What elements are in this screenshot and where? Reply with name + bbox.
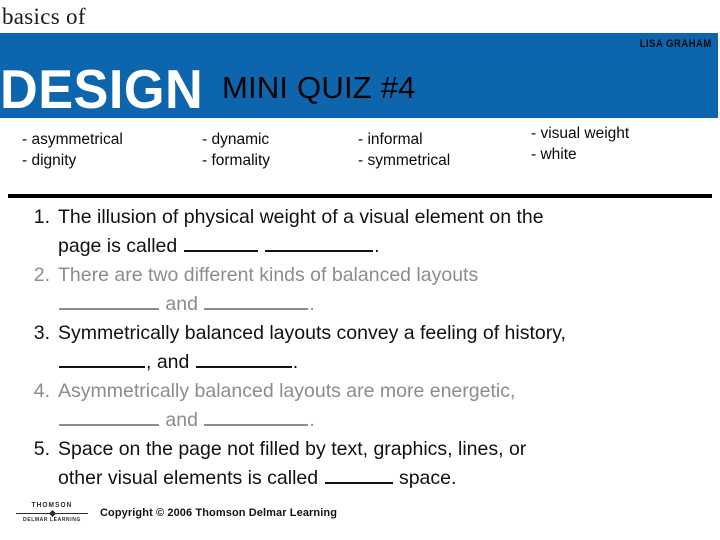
word-bank-column-1: - asymmetrical - dignity: [22, 129, 123, 171]
question-line-2: and .: [58, 290, 708, 319]
word-bank-item: - white: [531, 146, 577, 163]
quiz-question-list: 1. The illusion of physical weight of a …: [0, 203, 720, 493]
answer-blank[interactable]: [59, 349, 145, 368]
question-text-fragment: .: [292, 351, 299, 373]
word-bank-item: - symmetrical: [358, 152, 451, 169]
answer-blank[interactable]: [59, 291, 159, 310]
page-title: MINI QUIZ #4: [222, 70, 416, 105]
question-line-1: Symmetrically balanced layouts convey a …: [58, 322, 566, 344]
question-text-fragment: [259, 235, 264, 257]
answer-blank[interactable]: [324, 465, 393, 484]
quiz-question-3: 3. Symmetrically balanced layouts convey…: [0, 319, 720, 377]
slide-page: basics of LISA GRAHAM DESIGN MINI QUIZ #…: [0, 0, 720, 540]
answer-blank[interactable]: [183, 233, 258, 252]
word-bank-item: - dynamic: [202, 131, 270, 148]
brand-basics-of: basics of: [2, 4, 86, 29]
question-line-1: There are two different kinds of balance…: [58, 264, 479, 286]
question-number: 5.: [33, 438, 50, 460]
word-bank-item: - visual weight: [531, 125, 630, 142]
logo-diamond-rule-icon: [16, 511, 88, 516]
logo-bottom-text: DELMAR LEARNING: [23, 517, 81, 523]
question-line-2: page is called .: [58, 232, 708, 261]
word-bank-item: - formality: [202, 152, 271, 169]
question-line-1: The illusion of physical weight of a vis…: [58, 206, 544, 228]
quiz-question-1: 1. The illusion of physical weight of a …: [0, 203, 720, 261]
quiz-question-4: 4. Asymmetrically balanced layouts are m…: [0, 377, 720, 435]
question-text-fragment: space.: [393, 467, 457, 489]
question-number: 3.: [33, 322, 50, 344]
question-line-2: other visual elements is called space.: [58, 464, 708, 493]
copyright-text: Copyright © 2006 Thomson Delmar Learning: [100, 507, 338, 519]
slide-header: basics of LISA GRAHAM DESIGN MINI QUIZ #…: [0, 0, 720, 120]
answer-blank[interactable]: [204, 291, 309, 310]
question-line-2: , and .: [58, 348, 708, 377]
author-name: LISA GRAHAM: [639, 38, 712, 50]
question-line-1: Asymmetrically balanced layouts are more…: [58, 380, 516, 402]
question-text-fragment: , and: [146, 351, 195, 373]
word-bank-column-2: - dynamic - formality: [202, 129, 270, 171]
word-bank-column-3: - informal - symmetrical: [358, 129, 450, 171]
question-text-fragment: page is called: [58, 235, 183, 257]
question-text-fragment: and: [160, 293, 204, 315]
question-number: 1.: [33, 206, 50, 228]
word-bank-item: - informal: [358, 131, 423, 148]
question-text-fragment: .: [309, 409, 315, 431]
question-line-2: and .: [58, 406, 708, 435]
answer-blank[interactable]: [265, 233, 374, 252]
question-line-1: Space on the page not filled by text, gr…: [58, 438, 527, 460]
word-bank-item: - asymmetrical: [22, 131, 123, 148]
slide-footer: THOMSON DELMAR LEARNING Copyright © 2006…: [0, 494, 720, 540]
answer-blank[interactable]: [59, 407, 159, 426]
question-text-fragment: .: [309, 293, 315, 315]
question-text-fragment: .: [374, 235, 380, 257]
question-number: 4.: [33, 380, 50, 402]
question-number: 2.: [33, 264, 50, 286]
word-bank-column-4: - visual weight - white: [531, 123, 629, 165]
answer-blank[interactable]: [195, 349, 292, 368]
question-text-fragment: other visual elements is called: [58, 467, 324, 489]
word-bank: - asymmetrical - dignity - dynamic - for…: [0, 118, 720, 180]
quiz-question-5: 5. Space on the page not filled by text,…: [0, 435, 720, 493]
thomson-delmar-logo: THOMSON DELMAR LEARNING: [16, 502, 88, 526]
header-divider-rule: [8, 194, 712, 198]
brand-design-wordmark: DESIGN: [0, 58, 204, 120]
question-text-fragment: and: [160, 409, 204, 431]
answer-blank[interactable]: [204, 407, 309, 426]
quiz-question-2: 2. There are two different kinds of bala…: [0, 261, 720, 319]
word-bank-item: - dignity: [22, 152, 77, 169]
